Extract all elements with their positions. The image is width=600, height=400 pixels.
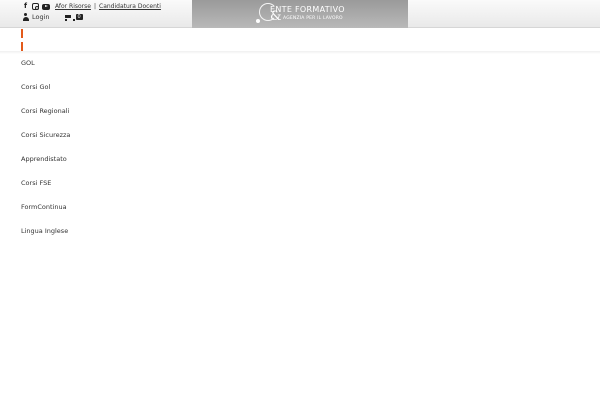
instagram-icon[interactable] [32,3,39,10]
youtube-icon[interactable] [42,3,50,10]
cart-count-badge: 0 [75,14,83,20]
user-row: Login 0 [22,13,83,21]
logo-subtitle: AGENZIA PER IL LAVORO [283,16,343,21]
menu-item-corsi-regionali[interactable]: Corsi Regionali [21,106,70,130]
logo-ampersand: & [270,9,282,24]
main-menu: GOL Corsi Gol Corsi Regionali Corsi Sicu… [21,58,70,250]
menu-item-formcontinua[interactable]: FormContinua [21,202,70,226]
logo-dot-mark [256,19,260,23]
menu-item-apprendistato[interactable]: Apprendistato [21,154,70,178]
menu-item-gol[interactable]: GOL [21,58,70,82]
login-link[interactable]: Login [32,13,50,21]
cart-icon[interactable] [64,14,75,21]
cart-button[interactable]: 0 [64,14,83,21]
menu-item-corsi-sicurezza[interactable]: Corsi Sicurezza [21,130,70,154]
accent-bar-bottom [21,42,23,51]
top-bar: f Afor Risorse | Candidatura Docenti Login… [0,0,600,28]
menu-item-corsi-gol[interactable]: Corsi Gol [21,82,70,106]
menu-item-corsi-fse[interactable]: Corsi FSE [21,178,70,202]
afor-risorse-link[interactable]: Afor Risorse [55,3,91,10]
candidatura-docenti-link[interactable]: Candidatura Docenti [99,3,161,10]
user-icon[interactable] [22,13,29,21]
facebook-icon[interactable]: f [22,3,29,10]
header-shadow [0,51,600,54]
menu-item-lingua-inglese[interactable]: Lingua Inglese [21,226,70,250]
site-logo[interactable]: ENTE FORMATIVO & AGENZIA PER IL LAVORO [192,0,408,28]
link-separator: | [93,3,96,10]
accent-bar-top [21,29,23,38]
top-links: Afor Risorse | Candidatura Docenti [55,3,161,10]
social-links: f [22,3,50,10]
